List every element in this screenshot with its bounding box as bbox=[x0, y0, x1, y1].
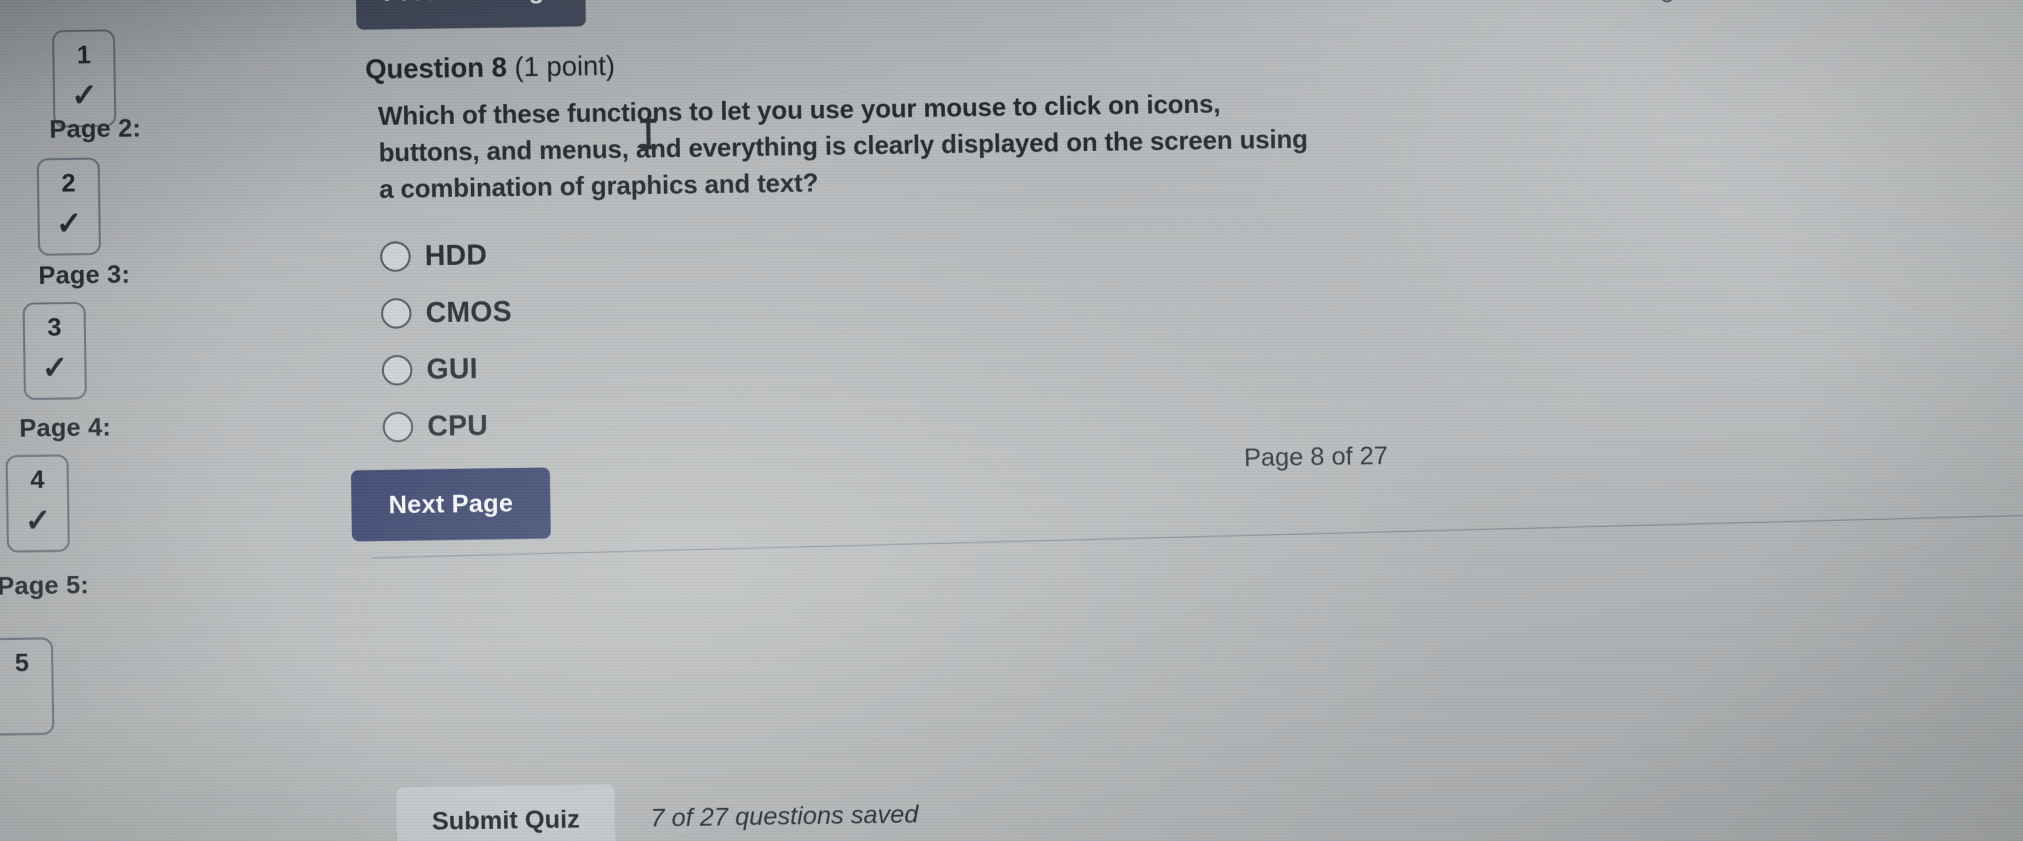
sidebar-question-box-3[interactable]: 3 ✓ bbox=[22, 301, 87, 401]
radio-button-icon[interactable] bbox=[380, 297, 412, 329]
question-title: Question 8 bbox=[365, 51, 508, 85]
section-divider bbox=[372, 514, 2023, 559]
sidebar-question-box-2[interactable]: 2 ✓ bbox=[36, 157, 102, 256]
page-indicator: Page 8 of 27 bbox=[1243, 441, 1389, 473]
answer-option-gui[interactable]: GUI bbox=[381, 340, 513, 398]
answer-option-hdd[interactable]: HDD bbox=[379, 226, 512, 284]
check-icon: ✓ bbox=[24, 502, 52, 539]
sidebar-question-number-2: 2 bbox=[61, 168, 76, 198]
photographed-screen: 1 ✓ Page 2: 2 ✓ Page 3: 3 ✓ Page 4: 4 ✓ … bbox=[0, 0, 2023, 841]
radio-button-icon[interactable] bbox=[379, 240, 411, 272]
answer-option-label: HDD bbox=[424, 238, 488, 271]
answer-option-cpu[interactable]: CPU bbox=[382, 397, 514, 455]
sidebar-question-number-5: 5 bbox=[14, 648, 30, 678]
radio-button-icon[interactable] bbox=[381, 354, 413, 386]
answer-option-label: CMOS bbox=[425, 294, 513, 328]
header-page-indicator: Page 8 of 27 bbox=[1629, 0, 1773, 5]
sidebar-question-number-3: 3 bbox=[47, 313, 62, 342]
sidebar-question-box-1[interactable]: 1 ✓ bbox=[52, 29, 117, 128]
sidebar-page-label-4: Page 4: bbox=[19, 413, 112, 443]
submit-quiz-button[interactable]: Submit Quiz bbox=[396, 784, 616, 841]
check-icon: ✓ bbox=[70, 77, 98, 114]
sidebar-question-number-1: 1 bbox=[76, 40, 92, 70]
next-page-button[interactable]: Next Page bbox=[350, 467, 551, 542]
sidebar-page-label-3: Page 3: bbox=[38, 260, 131, 291]
saved-questions-status: 7 of 27 questions saved bbox=[650, 800, 919, 833]
sidebar-question-box-5[interactable]: 5 bbox=[0, 637, 55, 736]
answer-option-label: GUI bbox=[426, 352, 478, 385]
sidebar-question-box-4[interactable]: 4 ✓ bbox=[5, 454, 70, 553]
answer-options-list: HDD CMOS GUI CPU bbox=[379, 226, 514, 455]
quiz-main-panel: Previous Page Page 8 of 27 Question 8 (1… bbox=[344, 0, 2023, 841]
radio-button-icon[interactable] bbox=[382, 411, 414, 443]
question-text: Which of these functions to let you use … bbox=[377, 90, 1308, 205]
previous-page-button[interactable]: Previous Page bbox=[355, 0, 586, 30]
sidebar-page-label-5: Page 5: bbox=[0, 570, 90, 601]
quiz-screen: 1 ✓ Page 2: 2 ✓ Page 3: 3 ✓ Page 4: 4 ✓ … bbox=[0, 0, 2023, 841]
check-icon: ✓ bbox=[55, 205, 83, 242]
sidebar-question-number-4: 4 bbox=[30, 465, 45, 495]
sidebar-page-label-2: Page 2: bbox=[49, 114, 142, 144]
check-icon: ✓ bbox=[41, 349, 69, 386]
question-points: (1 point) bbox=[514, 50, 616, 83]
question-header: Question 8 (1 point) bbox=[365, 50, 615, 85]
answer-option-cmos[interactable]: CMOS bbox=[380, 283, 513, 341]
quiz-page-navigation-sidebar: 1 ✓ Page 2: 2 ✓ Page 3: 3 ✓ Page 4: 4 ✓ … bbox=[0, 4, 357, 841]
check-icon bbox=[0, 718, 52, 719]
answer-option-label: CPU bbox=[427, 408, 489, 442]
